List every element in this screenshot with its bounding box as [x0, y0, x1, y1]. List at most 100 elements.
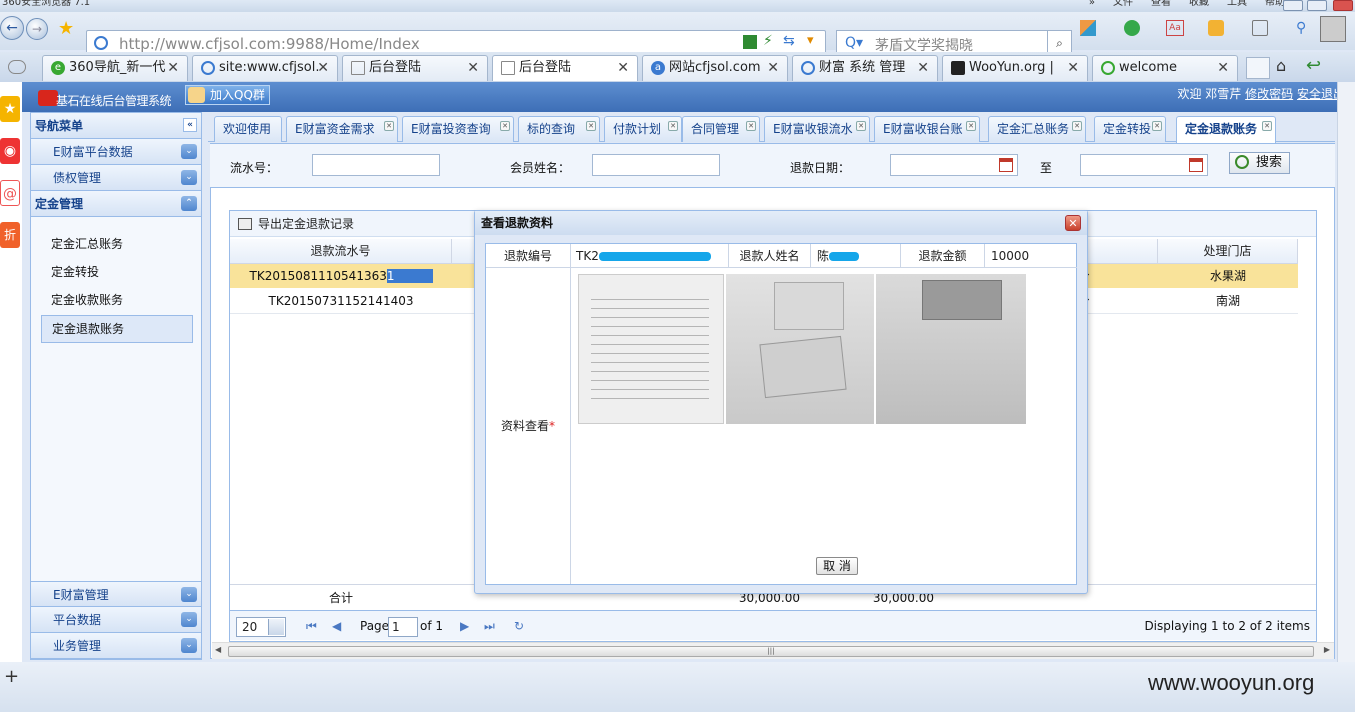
browser-menu-favorites[interactable]: 收藏	[1189, 0, 1209, 8]
browser-tab-1[interactable]: e 360导航_新一代 ✕	[42, 55, 188, 81]
pdf-icon[interactable]: Aa	[1166, 20, 1184, 36]
undo-icon[interactable]: ↩	[1306, 55, 1321, 76]
tab-welcome[interactable]: 欢迎使用	[214, 116, 282, 142]
browser-tab-2[interactable]: site:www.cfjsol. ✕	[192, 55, 338, 81]
column-header-serial[interactable]: 退款流水号	[230, 239, 452, 264]
forward-button[interactable]: →	[26, 18, 48, 40]
vertical-scrollbar[interactable]	[1337, 82, 1355, 662]
tab-close-icon[interactable]: ✕	[617, 56, 629, 80]
browser-menu-file[interactable]: 文件	[1113, 0, 1133, 8]
tab-deposit-refund[interactable]: 定金退款账务 ✕	[1176, 116, 1276, 143]
scroll-left-icon[interactable]: ◀	[215, 645, 221, 654]
back-button[interactable]: ←	[0, 16, 24, 40]
close-icon[interactable]: ✕	[384, 121, 394, 131]
calendar-icon[interactable]	[1189, 158, 1203, 172]
tab-contract-manage[interactable]: 合同管理 ✕	[682, 116, 760, 142]
browser-tab-6[interactable]: 财富 系统 管理 ✕	[792, 55, 938, 81]
scroll-right-icon[interactable]: ▶	[1324, 645, 1330, 654]
shield-icon[interactable]	[1124, 20, 1140, 36]
prev-page-icon[interactable]: ◀	[332, 619, 341, 633]
chevron-down-icon[interactable]: ⌄	[181, 170, 197, 185]
tab-cashier-ledger[interactable]: E财富收银台账 ✕	[874, 116, 980, 142]
tab-close-icon[interactable]: ✕	[1067, 56, 1079, 80]
first-page-icon[interactable]: ⏮	[306, 619, 317, 634]
chevron-down-icon[interactable]: ⌄	[181, 638, 197, 653]
sidebar-section-ecaifu-data[interactable]: E财富平台数据 ⌄	[31, 139, 201, 165]
browser-menu-view[interactable]: 查看	[1151, 0, 1171, 8]
scroll-thumb[interactable]: |||	[228, 646, 1314, 657]
mail-icon[interactable]: @	[0, 180, 20, 206]
column-header-store[interactable]: 处理门店	[1158, 239, 1298, 264]
page-size-select[interactable]: 20	[236, 617, 286, 637]
dropdown-icon[interactable]: ▾	[807, 33, 814, 48]
search-engine-icon[interactable]: Q▾	[845, 35, 863, 51]
tab-close-icon[interactable]: ✕	[917, 56, 929, 80]
apps-icon[interactable]	[1080, 20, 1096, 36]
horizontal-scrollbar[interactable]: ◀ ||| ▶	[212, 642, 1334, 659]
sidebar-section-ecaifu-manage[interactable]: E财富管理 ⌄	[31, 581, 201, 607]
close-icon[interactable]: ✕	[500, 121, 510, 131]
document-photo-id-card-back[interactable]	[876, 274, 1026, 424]
change-password-link[interactable]: 修改密码	[1245, 87, 1293, 101]
sidebar-section-business[interactable]: 业务管理 ⌄	[31, 633, 201, 659]
user-avatar-icon[interactable]	[1320, 16, 1346, 42]
minimize-button[interactable]	[1283, 0, 1303, 11]
close-icon[interactable]: ✕	[1262, 121, 1272, 131]
close-icon[interactable]: ✕	[668, 121, 678, 131]
close-icon[interactable]: ✕	[746, 121, 756, 131]
row1-serial[interactable]: TK20150811105413631	[230, 264, 452, 288]
start-date-input[interactable]	[890, 154, 1018, 176]
maximize-button[interactable]	[1307, 0, 1327, 11]
browser-menu-help[interactable]: 帮助	[1265, 0, 1285, 8]
tab-cashier-flow[interactable]: E财富收银流水 ✕	[764, 116, 870, 142]
close-icon[interactable]: ✕	[586, 121, 596, 131]
page-number-input[interactable]: 1	[388, 617, 418, 637]
close-icon[interactable]: ✕	[966, 121, 976, 131]
sidebar-item-deposit-summary[interactable]: 定金汇总账务	[41, 231, 193, 257]
tab-target-query[interactable]: 标的查询 ✕	[518, 116, 600, 142]
qrcode-icon[interactable]	[743, 35, 757, 49]
tab-payment-plan[interactable]: 付款计划 ✕	[604, 116, 682, 142]
tab-ecaifu-fund-demand[interactable]: E财富资金需求 ✕	[286, 116, 398, 142]
sidebar-item-deposit-receipt[interactable]: 定金收款账务	[41, 287, 193, 313]
end-date-input[interactable]	[1080, 154, 1208, 176]
next-page-icon[interactable]: ▶	[460, 619, 469, 633]
sidebar-item-deposit-refund[interactable]: 定金退款账务	[41, 315, 193, 343]
weibo-icon[interactable]: ◉	[0, 138, 20, 164]
screenshot-icon[interactable]	[1252, 20, 1268, 36]
sidebar-section-deposit[interactable]: 定金管理 ⌃	[31, 191, 201, 217]
chevron-down-icon[interactable]: ⌄	[181, 144, 197, 159]
chevron-down-icon[interactable]: ⌄	[181, 587, 197, 602]
chevron-up-icon[interactable]: ⌃	[181, 196, 197, 211]
browser-tab-4-active[interactable]: 后台登陆 ✕	[492, 55, 638, 81]
close-icon[interactable]: ✕	[1072, 121, 1082, 131]
tab-close-icon[interactable]: ✕	[467, 56, 479, 80]
tab-close-icon[interactable]: ✕	[167, 56, 179, 80]
row2-serial[interactable]: TK20150731152141403	[230, 289, 452, 313]
refresh-icon[interactable]: ↻	[514, 619, 524, 633]
browser-menu-tools[interactable]: 工具	[1227, 0, 1247, 8]
collapse-sidebar-icon[interactable]: «	[183, 118, 197, 132]
calendar-icon[interactable]	[999, 158, 1013, 172]
star-icon[interactable]: ★	[58, 18, 74, 39]
browser-tab-3[interactable]: 后台登陆 ✕	[342, 55, 488, 81]
browser-tab-5[interactable]: a 网站cfjsol.com ✕	[642, 55, 788, 81]
close-window-button[interactable]	[1333, 0, 1353, 11]
home-icon[interactable]: ⌂	[1276, 56, 1286, 75]
close-icon[interactable]: ✕	[1065, 215, 1081, 231]
close-icon[interactable]: ✕	[856, 121, 866, 131]
tab-close-icon[interactable]: ✕	[767, 56, 779, 80]
tab-close-icon[interactable]: ✕	[317, 56, 329, 80]
browser-tab-7[interactable]: WooYun.org | ✕	[942, 55, 1088, 81]
browser-menu-more[interactable]: »	[1089, 0, 1095, 8]
favorite-star-icon[interactable]: ★	[0, 96, 20, 122]
tab-ecaifu-invest-query[interactable]: E财富投资查询 ✕	[402, 116, 514, 142]
sidebar-item-deposit-transfer[interactable]: 定金转投	[41, 259, 193, 285]
search-button[interactable]: 搜索	[1229, 152, 1290, 174]
compat-mode-icon[interactable]: ⇆	[783, 33, 795, 49]
browser-tab-8[interactable]: welcome ✕	[1092, 55, 1238, 81]
cloud-icon[interactable]	[8, 60, 26, 74]
tab-deposit-transfer[interactable]: 定金转投 ✕	[1094, 116, 1166, 142]
document-photo-form[interactable]	[578, 274, 724, 424]
tools-icon[interactable]: ⚲	[1296, 20, 1306, 36]
